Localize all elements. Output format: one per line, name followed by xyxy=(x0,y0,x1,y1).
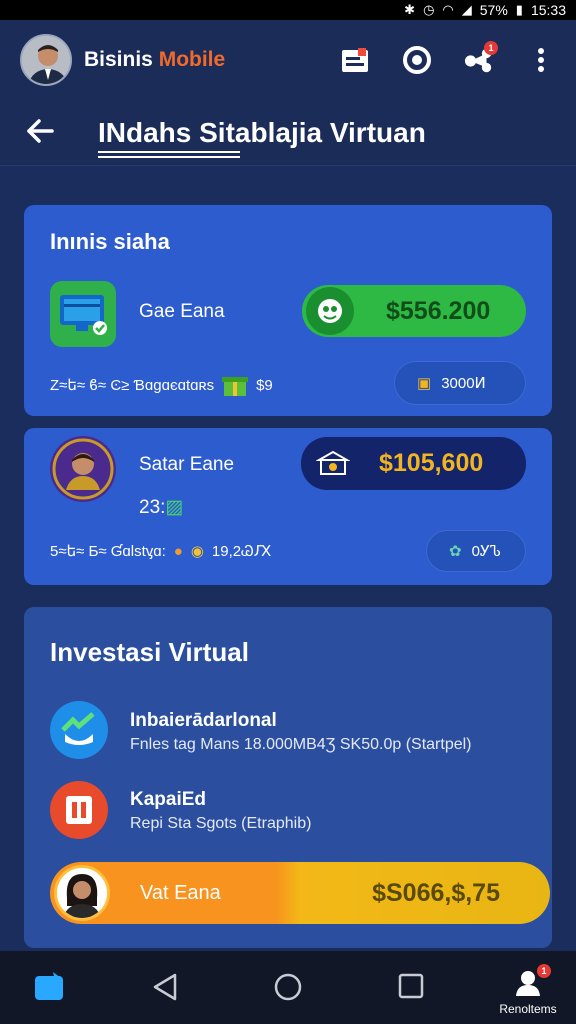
top-actions: 1 xyxy=(340,41,556,75)
more-vert-icon[interactable] xyxy=(526,45,556,75)
meta-value: 19,2ᏊԔ xyxy=(211,543,272,560)
business-card: Inınis siaha Gae Eana $556.200 Z≈ե≈ ϐ≈ Ͼ… xyxy=(24,205,552,416)
profile-label: Renoltems xyxy=(499,1002,557,1016)
investment-card-title: Investasi Virtual xyxy=(50,637,249,667)
balance-pill[interactable]: $105,600 xyxy=(301,437,526,490)
item-name: Satar Eane xyxy=(139,454,235,475)
store-icon xyxy=(309,440,357,488)
business-card-title: Inınis siaha xyxy=(50,229,170,254)
brand-name: Bisinis Mobile xyxy=(84,48,225,72)
battery-icon: ▮ xyxy=(515,2,523,17)
brand-accent: Mobile xyxy=(158,48,226,71)
back-arrow-icon[interactable] xyxy=(26,114,66,151)
home-app-icon[interactable] xyxy=(32,969,66,1003)
item-sub-text: 23: xyxy=(139,497,166,518)
leaf-icon: ✿ xyxy=(449,543,462,560)
investment-title: Inbaierādarlonal xyxy=(130,710,277,731)
clock: 15:33 xyxy=(530,2,566,18)
wallet-icon xyxy=(306,287,354,335)
chip-button[interactable]: ✿ 0ᎩᏖ xyxy=(426,530,526,572)
wifi-icon: ◠ xyxy=(442,2,454,17)
chart-icon: ▨ xyxy=(165,497,184,518)
page-title-text: INdahs Sitablajia Virtuan xyxy=(98,116,426,148)
alarm-icon: ◷ xyxy=(423,2,435,17)
medal-icon: ● xyxy=(173,542,183,560)
business-card-2: Satar Eane 23:▨ $105,600 5≈ե≈ Ƃ≈ Ɠɑlѕtᶌɑ… xyxy=(24,428,552,585)
gift-icon xyxy=(222,373,249,397)
person-avatar-icon xyxy=(50,436,116,502)
meta-text: 5≈ե≈ Ƃ≈ Ɠɑlѕtᶌɑ: xyxy=(50,543,166,560)
balance-value: $105,600 xyxy=(379,449,484,477)
meta-value: $9 xyxy=(256,376,273,394)
coin-icon: ▣ xyxy=(417,375,432,392)
investment-card: Investasi Virtual Inbaierādarlonal Fnles… xyxy=(24,607,552,948)
document-app-icon[interactable] xyxy=(50,781,108,839)
nav-back-icon[interactable] xyxy=(150,971,180,1003)
monitor-icon xyxy=(50,281,116,347)
nav-profile[interactable]: 1 Renoltems xyxy=(488,963,568,1021)
coin-icon: ◉ xyxy=(190,543,204,560)
nav-recents-icon[interactable] xyxy=(396,971,426,1001)
nav-home-icon[interactable] xyxy=(272,971,304,1003)
item-meta-row: 5≈ե≈ Ƃ≈ Ɠɑlѕtᶌɑ: ● ◉ 19,2ᏊԔ xyxy=(50,542,272,561)
meta-text: Z≈ե≈ ϐ≈ Ͼ≥ Ɓɑgɑєɑtɑʀs xyxy=(50,377,215,394)
chip-value: 3000Ͷ xyxy=(441,375,486,392)
balance-pill[interactable]: $556.200 xyxy=(302,285,526,337)
page-title: INdahs Sitablajia Virtuan xyxy=(98,116,426,158)
highlight-label: Vat Eana xyxy=(140,881,221,904)
user-avatar[interactable] xyxy=(20,34,72,86)
finance-app-icon[interactable] xyxy=(50,701,108,759)
user-avatar xyxy=(54,865,110,921)
bottom-nav-bar: 1 Renoltems xyxy=(0,951,576,1024)
investment-subtitle: Repi Sta Sgots (Etraphib) xyxy=(130,815,312,832)
item-name: Gae Eana xyxy=(139,301,225,322)
app-bar: Bisinis Mobile 1 xyxy=(0,20,576,100)
status-bar: ✱ ◷ ◠ ◢ 57% ▮ 15:33 xyxy=(0,0,576,20)
investment-subtitle: Fnles tag Mans 18.000ΜΒ4Ʒ SΚ50.0p (Start… xyxy=(130,736,472,753)
title-underline xyxy=(98,150,240,158)
inbox-icon[interactable] xyxy=(340,45,370,75)
brand-primary: Bisinis xyxy=(84,48,159,71)
notification-badge: 1 xyxy=(484,41,498,55)
balance-value: $556.200 xyxy=(386,296,491,325)
profile-icon: 1 xyxy=(513,964,551,998)
share-icon[interactable]: 1 xyxy=(464,41,498,75)
profile-badge: 1 xyxy=(537,964,551,978)
signal-icon: ◢ xyxy=(461,2,472,17)
investment-title: KapaiEd xyxy=(130,789,207,810)
target-icon[interactable] xyxy=(402,45,432,75)
item-sub: 23:▨ xyxy=(139,496,183,519)
battery-percent: 57% xyxy=(479,2,508,18)
highlight-amount: $S066,$,75 xyxy=(372,878,500,907)
chip-value: 0ᎩᏖ xyxy=(471,542,501,560)
bluetooth-icon: ✱ xyxy=(404,2,416,17)
chip-button[interactable]: ▣ 3000Ͷ xyxy=(394,361,526,405)
item-meta-row: Z≈ե≈ ϐ≈ Ͼ≥ Ɓɑgɑєɑtɑʀs $9 xyxy=(50,373,273,397)
highlight-balance-pill[interactable]: Vat Eana $S066,$,75 xyxy=(50,862,550,924)
title-bar: INdahs Sitablajia Virtuan xyxy=(0,100,576,166)
